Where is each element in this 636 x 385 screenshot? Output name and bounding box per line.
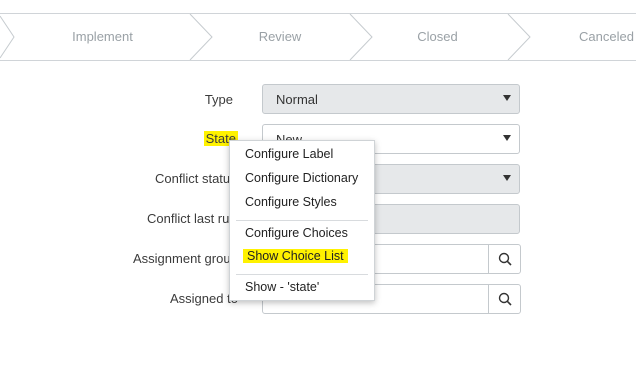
assigned-to-label: Assigned to — [170, 291, 238, 306]
menu-item-configure-choices[interactable]: Configure Choices — [245, 226, 348, 240]
assignment-group-label: Assignment grou — [133, 251, 231, 266]
search-icon — [498, 292, 512, 306]
stage-closed: Closed — [417, 29, 458, 44]
type-select-value: Normal — [276, 92, 318, 107]
menu-separator — [236, 274, 368, 275]
type-select[interactable]: Normal — [262, 84, 520, 114]
conflict-last-run-label: Conflict last ru — [147, 211, 230, 226]
assignment-group-lookup-button[interactable] — [488, 244, 521, 274]
menu-item-show-choice-list[interactable]: Show Choice List — [243, 249, 348, 263]
menu-item-configure-styles[interactable]: Configure Styles — [245, 195, 337, 209]
assigned-to-lookup-button[interactable] — [488, 284, 521, 314]
process-flow: Implement Review Closed Canceled — [0, 13, 636, 61]
stage-canceled: Canceled — [579, 29, 634, 44]
menu-item-configure-label[interactable]: Configure Label — [245, 147, 333, 161]
label-context-menu: Configure Label Configure Dictionary Con… — [229, 140, 375, 301]
chevron-down-icon — [503, 175, 511, 181]
menu-item-configure-dictionary[interactable]: Configure Dictionary — [245, 171, 358, 185]
menu-item-show-state[interactable]: Show - 'state' — [245, 280, 319, 294]
chevron-down-icon — [503, 95, 511, 101]
search-icon — [498, 252, 512, 266]
stage-review: Review — [258, 29, 302, 44]
type-label: Type — [204, 92, 233, 107]
menu-separator — [236, 220, 368, 221]
chevron-down-icon — [503, 135, 511, 141]
stage-implement: Implement — [72, 29, 133, 44]
conflict-status-label: Conflict statu — [155, 171, 231, 186]
